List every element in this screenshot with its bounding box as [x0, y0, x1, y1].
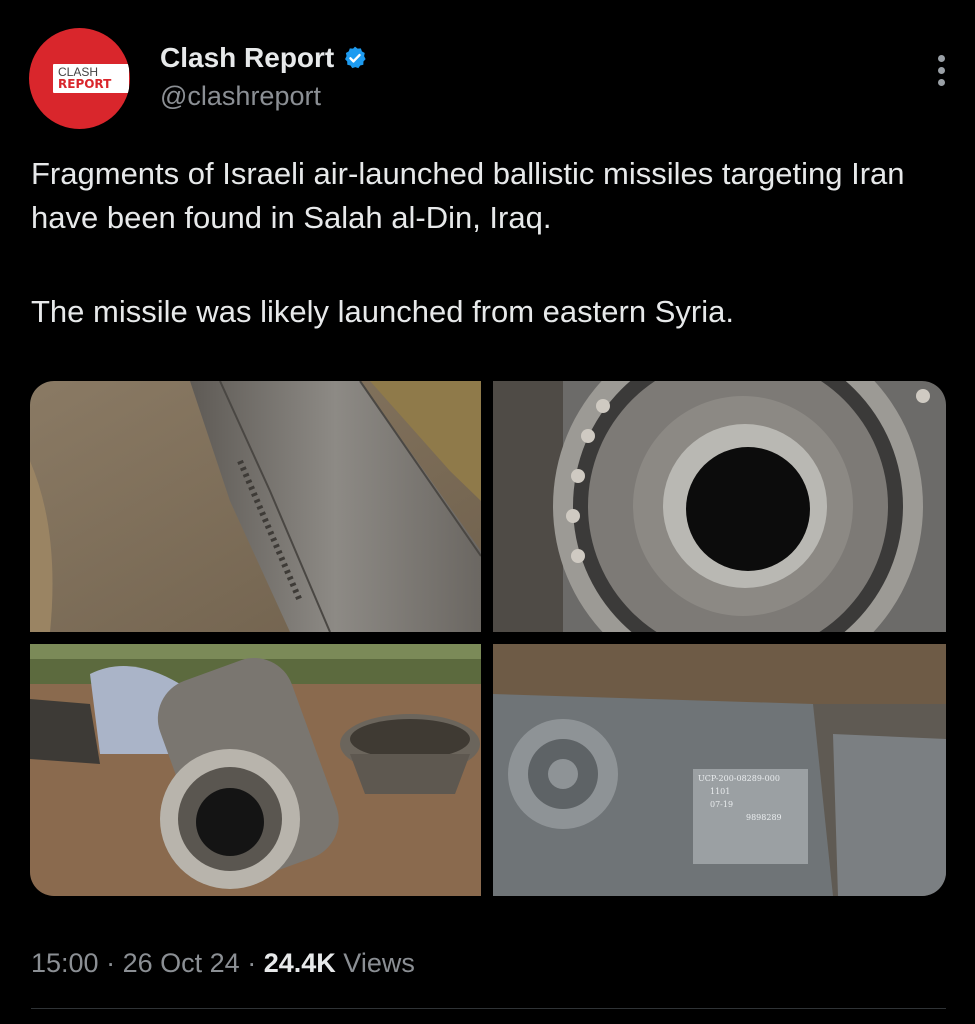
meta-separator: · — [106, 948, 116, 978]
tweet-meta: 15:00 · 26 Oct 24 · 24.4K Views — [31, 946, 415, 980]
tweet-paragraph: The missile was likely launched from eas… — [31, 294, 734, 329]
more-vertical-icon[interactable] — [935, 55, 947, 91]
tweet-paragraph: Fragments of Israeli air-launched ballis… — [31, 156, 905, 235]
plate-line: 9898289 — [746, 813, 782, 822]
serial-plate: UCP-200-08289-000 1101 07-19 9898289 — [698, 772, 806, 824]
plate-line: 1101 — [710, 787, 731, 796]
photo-missile-part-with-serial-plate[interactable]: UCP-200-08289-000 1101 07-19 9898289 — [493, 644, 946, 896]
photo-missile-engine-nozzle-closeup[interactable] — [493, 381, 946, 632]
author-display-name[interactable]: Clash Report — [160, 41, 334, 75]
author-handle[interactable]: @clashreport — [160, 79, 321, 113]
plate-line: 07-19 — [710, 800, 734, 809]
verified-badge-icon — [342, 45, 368, 71]
tweet-date[interactable]: 26 Oct 24 — [123, 948, 240, 978]
author-name-row: Clash Report — [160, 41, 368, 75]
photo-missile-pieces-in-field[interactable] — [30, 644, 481, 896]
divider — [31, 1008, 946, 1009]
photo-missile-fragment-on-ground[interactable] — [30, 381, 481, 632]
tweet-text: Fragments of Israeli air-launched ballis… — [31, 152, 931, 334]
media-grid: UCP-200-08289-000 1101 07-19 9898289 — [30, 381, 946, 896]
avatar[interactable]: CLASH REPORT — [29, 28, 130, 129]
avatar-logo-text-bottom: REPORT — [58, 77, 112, 91]
tweet-header: CLASH REPORT Clash Report @clashreport — [29, 28, 947, 133]
tweet-time[interactable]: 15:00 — [31, 948, 99, 978]
views-label: Views — [343, 948, 415, 978]
plate-line: UCP-200-08289-000 — [698, 774, 780, 783]
meta-separator: · — [247, 948, 257, 978]
views-count: 24.4K — [263, 948, 336, 978]
